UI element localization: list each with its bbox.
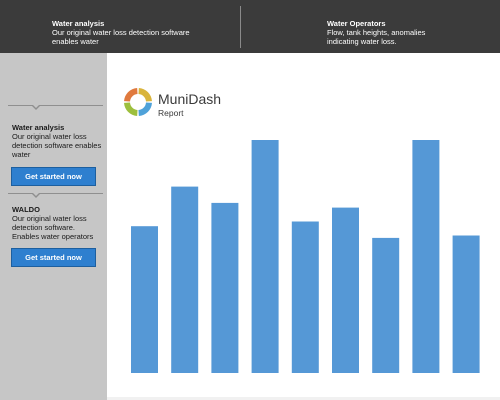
chart-bar — [452, 235, 480, 373]
munidash-logo-icon — [124, 88, 152, 116]
logo-segment — [138, 102, 152, 116]
sidebar-divider-notch — [32, 193, 40, 198]
logo-segment — [138, 88, 152, 102]
sidebar-section-description: Our original water loss detection softwa… — [12, 132, 102, 159]
sidebar-divider — [8, 105, 103, 106]
brand-name: MuniDash — [158, 91, 222, 107]
chart-bar — [291, 221, 319, 373]
header-divider — [240, 6, 241, 48]
sidebar-divider-notch — [32, 105, 40, 110]
header-right-subtitle: Flow, tank heights, anomalies indicating… — [327, 28, 426, 46]
header-water-operators-link[interactable]: Water Operators Flow, tank heights, anom… — [327, 19, 437, 46]
page: Water analysis Our original water loss d… — [0, 0, 500, 400]
chart-bar — [171, 186, 199, 373]
chart-bar — [412, 140, 440, 373]
get-started-button-water-analysis[interactable]: Get started now — [11, 167, 96, 186]
chart-bar — [251, 140, 279, 373]
logo-segment — [124, 88, 138, 102]
logo-segment — [124, 102, 138, 116]
header-left-title: Water analysis — [52, 19, 105, 28]
top-header-bar: Water analysis Our original water loss d… — [0, 0, 500, 53]
header-right-title: Water Operators — [327, 19, 386, 28]
chart-bar — [131, 226, 158, 373]
main-content: MuniDash Report — [107, 53, 500, 400]
chart-bar — [332, 207, 359, 373]
sidebar-section-title: Water analysis — [12, 123, 65, 132]
header-water-analysis-link[interactable]: Water analysis Our original water loss d… — [52, 19, 202, 46]
sidebar: Water analysis Our original water loss d… — [0, 53, 107, 400]
sidebar-section-description: Our original water loss detection softwa… — [12, 214, 94, 241]
sidebar-section-title: WALDO — [12, 205, 40, 214]
chart-bar — [211, 202, 239, 373]
sidebar-divider — [8, 193, 103, 194]
header-left-subtitle: Our original water loss detection softwa… — [52, 28, 190, 46]
get-started-button-waldo[interactable]: Get started now — [11, 248, 96, 267]
chart-bar — [372, 237, 400, 373]
sidebar-section-waldo: WALDO Our original water loss detection … — [12, 205, 104, 241]
sidebar-section-water-analysis: Water analysis Our original water loss d… — [12, 123, 104, 159]
brand-subtitle: Report — [158, 108, 184, 118]
